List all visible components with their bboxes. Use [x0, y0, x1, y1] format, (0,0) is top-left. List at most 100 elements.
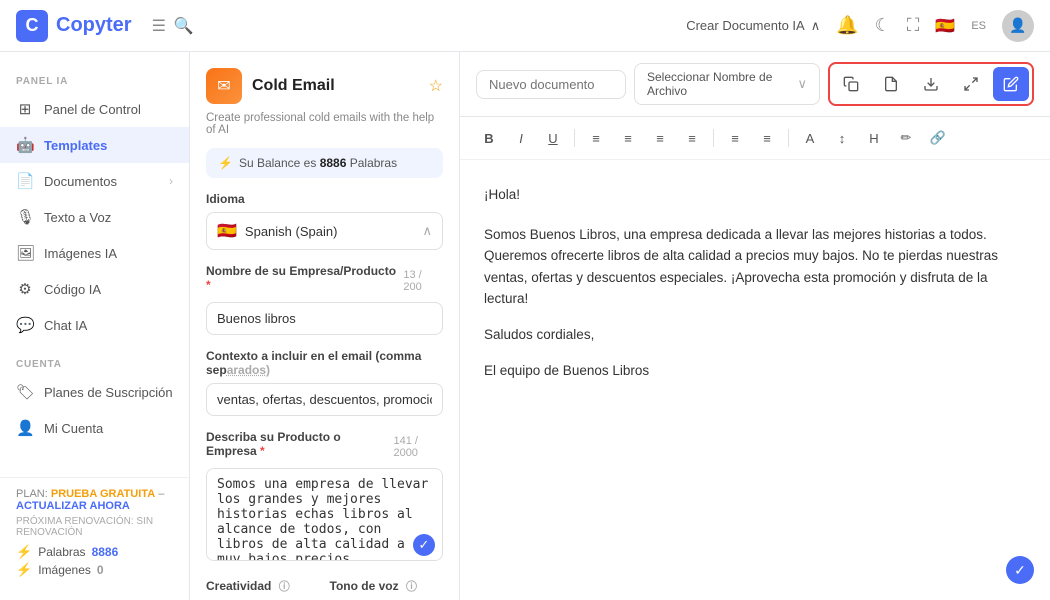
download-button[interactable]: [913, 67, 949, 101]
palabras-value: 8886: [92, 545, 119, 559]
font-color-button[interactable]: A: [797, 125, 823, 151]
fmt-sep-3: [788, 129, 789, 147]
idioma-select[interactable]: 🇪🇸 Spanish (Spain) ∧: [206, 212, 443, 250]
topbar: C Copyter ☰ 🔍 Crear Documento IA ∧ 🔔 ☾ ⛶…: [0, 0, 1050, 52]
crear-documento-button[interactable]: Crear Documento IA ∧: [686, 18, 820, 34]
sidebar-item-templates[interactable]: 🤖 Templates: [0, 127, 189, 163]
moon-icon[interactable]: ☾: [875, 15, 891, 36]
align-left-button[interactable]: ≡: [583, 125, 609, 151]
sidebar-item-label: Chat IA: [44, 318, 87, 333]
language-flag[interactable]: 🇪🇸: [935, 16, 955, 36]
sidebar-item-codigo-ia[interactable]: ⚙ Código IA: [0, 271, 189, 307]
code-icon: ⚙: [16, 280, 34, 298]
sidebar: PANEL IA ⊞ Panel de Control 🤖 Templates …: [0, 52, 190, 600]
topbar-icons: ☰ 🔍: [152, 16, 194, 36]
chevron-right-icon: ›: [169, 174, 173, 188]
copy-button[interactable]: [833, 67, 869, 101]
plan-sep: –: [158, 488, 164, 500]
creatividad-tono-row: Creatividad ⓘ Media ∨ Tono de voz ⓘ Casu…: [206, 578, 443, 600]
bolt-icon: ⚡: [16, 544, 32, 560]
align-right-button[interactable]: ≡: [647, 125, 673, 151]
idioma-section: Idioma 🇪🇸 Spanish (Spain) ∧: [206, 192, 443, 250]
middle-panel: ✉ Cold Email ☆ Create professional cold …: [190, 52, 460, 600]
tono-section: Tono de voz ⓘ Casual ∨: [330, 578, 444, 600]
align-center-button[interactable]: ≡: [615, 125, 641, 151]
italic-button[interactable]: I: [508, 125, 534, 151]
format-bar: B I U ≡ ≡ ≡ ≡ ≡ ≡ A ↕ H ✏ 🔗: [460, 117, 1050, 160]
sidebar-item-mi-cuenta[interactable]: 👤 Mi Cuenta: [0, 410, 189, 446]
balance-display: ⚡ Su Balance es 8886 Palabras: [206, 148, 443, 178]
creatividad-label: Creatividad ⓘ: [206, 578, 320, 594]
sidebar-item-texto-a-voz[interactable]: 🎙 Texto a Voz: [0, 199, 189, 235]
avatar[interactable]: 👤: [1002, 10, 1034, 42]
list-button[interactable]: ≡: [722, 125, 748, 151]
filename-button[interactable]: Seleccionar Nombre de Archivo ∨: [634, 63, 820, 105]
fmt-sep-2: [713, 129, 714, 147]
bolt-icon-2: ⚡: [16, 562, 32, 578]
plan-label: PLAN:: [16, 488, 48, 500]
confirm-button[interactable]: ✓: [1006, 556, 1034, 584]
idioma-flag: 🇪🇸: [217, 221, 237, 241]
search-icon[interactable]: 🔍: [174, 16, 194, 36]
chevron-up-icon: ∧: [811, 18, 821, 34]
sidebar-section-cuenta: CUENTA: [0, 351, 189, 374]
image-icon: 🖼: [16, 244, 34, 262]
user-icon: 👤: [16, 419, 34, 437]
email-greeting: ¡Hola!: [484, 184, 1026, 206]
doc-name-input[interactable]: [476, 70, 626, 99]
sidebar-item-imagenes-ia[interactable]: 🖼 Imágenes IA: [0, 235, 189, 271]
template-icon-box: ✉: [206, 68, 242, 104]
main-layout: PANEL IA ⊞ Panel de Control 🤖 Templates …: [0, 52, 1050, 600]
tag-icon: 🏷: [16, 383, 34, 401]
empresa-input[interactable]: [206, 302, 443, 335]
favorite-icon[interactable]: ☆: [429, 76, 443, 96]
contexto-input[interactable]: [206, 383, 443, 416]
heading-button[interactable]: H: [861, 125, 887, 151]
required-star: *: [206, 278, 211, 292]
edit-button[interactable]: [993, 67, 1029, 101]
creatividad-info-icon[interactable]: ⓘ: [279, 581, 290, 593]
app-logo: C Copyter: [16, 10, 132, 42]
sidebar-item-planes[interactable]: 🏷 Planes de Suscripción: [0, 374, 189, 410]
sidebar-item-panel-control[interactable]: ⊞ Panel de Control: [0, 91, 189, 127]
sidebar-item-label: Templates: [44, 138, 107, 153]
right-panel: Seleccionar Nombre de Archivo ∨: [460, 52, 1050, 600]
link-button[interactable]: 🔗: [925, 125, 951, 151]
language-code[interactable]: ES: [971, 20, 986, 32]
sidebar-item-label: Imágenes IA: [44, 246, 117, 261]
new-doc-button[interactable]: [873, 67, 909, 101]
justify-button[interactable]: ≡: [679, 125, 705, 151]
empresa-section: Nombre de su Empresa/Producto * 13 / 200: [206, 264, 443, 335]
action-icons-group: [828, 62, 1034, 106]
descripcion-textarea[interactable]: Somos una empresa de llevar los grandes …: [206, 468, 443, 561]
pen-button[interactable]: ✏: [893, 125, 919, 151]
credits-imagenes: ⚡ Imágenes 0: [16, 562, 173, 578]
underline-button[interactable]: U: [540, 125, 566, 151]
template-desc: Create professional cold emails with the…: [206, 112, 443, 136]
bold-button[interactable]: B: [476, 125, 502, 151]
email-closing-2: El equipo de Buenos Libros: [484, 360, 1026, 382]
ordered-list-button[interactable]: ≡: [754, 125, 780, 151]
sidebar-item-label: Panel de Control: [44, 102, 141, 117]
descripcion-wrapper: Somos una empresa de llevar los grandes …: [206, 468, 443, 564]
credits-plan: PLAN: PRUEBA GRATUITA – ACTUALIZAR AHORA: [16, 488, 173, 512]
sidebar-item-chat-ia[interactable]: 💬 Chat IA: [0, 307, 189, 343]
idioma-label: Idioma: [206, 192, 443, 206]
line-height-button[interactable]: ↕: [829, 125, 855, 151]
sidebar-item-label: Planes de Suscripción: [44, 385, 173, 400]
descripcion-section: Describa su Producto o Empresa * 141 / 2…: [206, 430, 443, 564]
idioma-value: Spanish (Spain): [245, 224, 415, 239]
bell-icon[interactable]: 🔔: [836, 15, 858, 36]
chat-icon: 💬: [16, 316, 34, 334]
sidebar-item-label: Mi Cuenta: [44, 421, 103, 436]
hamburger-icon[interactable]: ☰: [152, 16, 166, 36]
email-closing-1: Saludos cordiales,: [484, 324, 1026, 346]
sidebar-item-documentos[interactable]: 📄 Documentos ›: [0, 163, 189, 199]
plan-update[interactable]: ACTUALIZAR AHORA: [16, 500, 130, 512]
creatividad-section: Creatividad ⓘ Media ∨: [206, 578, 320, 600]
chevron-down-icon-filename: ∨: [797, 76, 807, 92]
share-button[interactable]: [953, 67, 989, 101]
descripcion-confirm-button[interactable]: ✓: [413, 534, 435, 556]
expand-icon[interactable]: ⛶: [907, 15, 920, 36]
tono-info-icon[interactable]: ⓘ: [406, 581, 417, 593]
